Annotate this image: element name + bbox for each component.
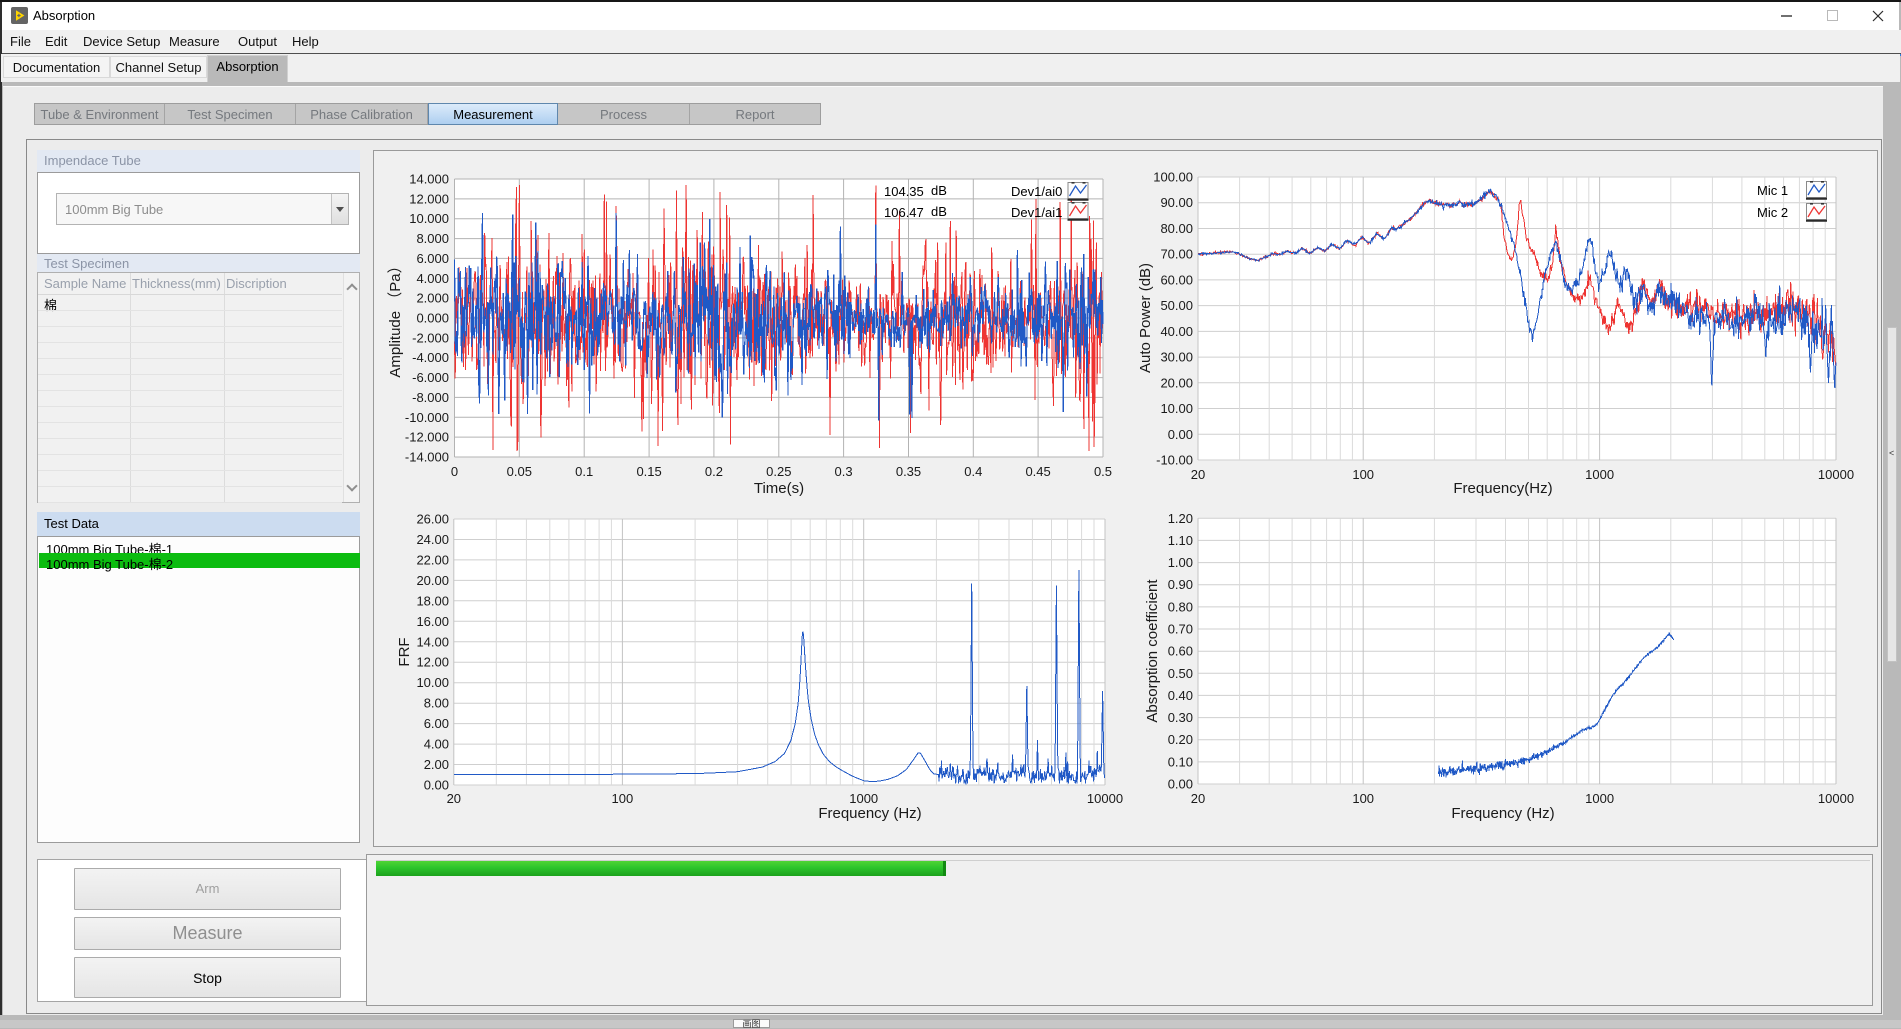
svg-text:Mic 2: Mic 2 (1757, 205, 1788, 220)
svg-text:Frequency (Hz): Frequency (Hz) (818, 805, 921, 822)
svg-text:10000: 10000 (1818, 791, 1854, 806)
svg-text:12.00: 12.00 (416, 655, 449, 670)
svg-text:-8.000: -8.000 (412, 390, 449, 405)
svg-text:6.000: 6.000 (416, 251, 449, 266)
svg-text:0.00: 0.00 (1168, 427, 1193, 442)
svg-text:104.35: 104.35 (884, 184, 924, 199)
svg-text:Absorption coefficient: Absorption coefficient (1144, 579, 1161, 723)
svg-text:16.00: 16.00 (416, 614, 449, 629)
svg-text:0.1: 0.1 (575, 464, 593, 479)
svg-text:30.00: 30.00 (1160, 350, 1193, 365)
svg-text:20: 20 (1191, 791, 1205, 806)
svg-text:10000: 10000 (1087, 791, 1123, 806)
svg-text:8.000: 8.000 (416, 231, 449, 246)
svg-text:Dev1/ai0: Dev1/ai0 (1011, 184, 1062, 199)
svg-text:Frequency(Hz): Frequency(Hz) (1453, 480, 1552, 496)
svg-text:Auto Power (dB): Auto Power (dB) (1137, 263, 1154, 373)
svg-text:dB: dB (931, 183, 947, 198)
svg-text:0.3: 0.3 (835, 464, 853, 479)
svg-text:0.5: 0.5 (1094, 464, 1112, 479)
svg-text:10.00: 10.00 (416, 675, 449, 690)
svg-text:1000: 1000 (1585, 791, 1614, 806)
svg-text:100: 100 (1352, 467, 1374, 482)
svg-text:-10.00: -10.00 (1156, 453, 1193, 468)
svg-text:14.00: 14.00 (416, 634, 449, 649)
svg-text:100: 100 (612, 791, 634, 806)
svg-text:60.00: 60.00 (1160, 272, 1193, 287)
svg-text:Mic 1: Mic 1 (1757, 183, 1788, 198)
svg-text:0.2: 0.2 (705, 464, 723, 479)
svg-text:0.000: 0.000 (416, 311, 449, 326)
svg-text:-6.000: -6.000 (412, 370, 449, 385)
svg-text:90.00: 90.00 (1160, 195, 1193, 210)
svg-text:FRF: FRF (396, 637, 413, 666)
svg-text:0.45: 0.45 (1025, 464, 1050, 479)
svg-text:Frequency (Hz): Frequency (Hz) (1451, 805, 1554, 822)
svg-text:50.00: 50.00 (1160, 298, 1193, 313)
svg-text:1000: 1000 (849, 791, 878, 806)
svg-text:2.00: 2.00 (424, 757, 449, 772)
svg-text:dB: dB (931, 204, 947, 219)
svg-text:-4.000: -4.000 (412, 350, 449, 365)
svg-text:0.25: 0.25 (766, 464, 791, 479)
svg-text:Time(s): Time(s) (754, 480, 804, 496)
svg-text:100: 100 (1352, 791, 1374, 806)
svg-text:0.05: 0.05 (507, 464, 532, 479)
svg-text:22.00: 22.00 (416, 552, 449, 567)
svg-text:1.10: 1.10 (1168, 533, 1193, 548)
svg-text:14.000: 14.000 (409, 172, 449, 187)
svg-text:0.70: 0.70 (1168, 622, 1193, 637)
svg-text:0.80: 0.80 (1168, 599, 1193, 614)
svg-text:2.000: 2.000 (416, 291, 449, 306)
svg-text:0.30: 0.30 (1168, 710, 1193, 725)
svg-text:70.00: 70.00 (1160, 247, 1193, 262)
svg-text:0.10: 0.10 (1168, 754, 1193, 769)
svg-text:0.00: 0.00 (1168, 777, 1193, 792)
svg-text:20.00: 20.00 (1160, 375, 1193, 390)
svg-text:1.00: 1.00 (1168, 555, 1193, 570)
svg-text:8.00: 8.00 (424, 696, 449, 711)
svg-text:12.000: 12.000 (409, 191, 449, 206)
svg-text:0: 0 (451, 464, 458, 479)
svg-text:0.35: 0.35 (896, 464, 921, 479)
svg-text:4.000: 4.000 (416, 271, 449, 286)
svg-text:4.00: 4.00 (424, 737, 449, 752)
svg-text:1.20: 1.20 (1168, 511, 1193, 526)
svg-text:Amplitude （Pa）: Amplitude （Pa） (387, 258, 404, 377)
svg-text:20.00: 20.00 (416, 573, 449, 588)
svg-text:-10.000: -10.000 (405, 410, 449, 425)
svg-text:26.00: 26.00 (416, 512, 449, 527)
svg-text:0.50: 0.50 (1168, 666, 1193, 681)
svg-text:10.00: 10.00 (1160, 401, 1193, 416)
svg-text:106.47: 106.47 (884, 205, 924, 220)
svg-text:0.15: 0.15 (636, 464, 661, 479)
svg-text:100.00: 100.00 (1153, 170, 1193, 185)
svg-text:Dev1/ai1: Dev1/ai1 (1011, 205, 1062, 220)
svg-text:1000: 1000 (1585, 467, 1614, 482)
svg-text:20: 20 (447, 791, 461, 806)
svg-text:6.00: 6.00 (424, 716, 449, 731)
svg-text:0.60: 0.60 (1168, 644, 1193, 659)
svg-text:0.4: 0.4 (964, 464, 982, 479)
svg-text:0.20: 0.20 (1168, 732, 1193, 747)
svg-text:-14.000: -14.000 (405, 450, 449, 465)
svg-text:10.000: 10.000 (409, 211, 449, 226)
svg-text:0.00: 0.00 (424, 778, 449, 793)
svg-text:24.00: 24.00 (416, 532, 449, 547)
svg-text:-12.000: -12.000 (405, 430, 449, 445)
svg-text:0.40: 0.40 (1168, 688, 1193, 703)
svg-text:0.90: 0.90 (1168, 577, 1193, 592)
svg-text:20: 20 (1191, 467, 1205, 482)
svg-text:10000: 10000 (1818, 467, 1854, 482)
svg-text:40.00: 40.00 (1160, 324, 1193, 339)
svg-text:80.00: 80.00 (1160, 221, 1193, 236)
svg-text:-2.000: -2.000 (412, 330, 449, 345)
svg-text:18.00: 18.00 (416, 593, 449, 608)
